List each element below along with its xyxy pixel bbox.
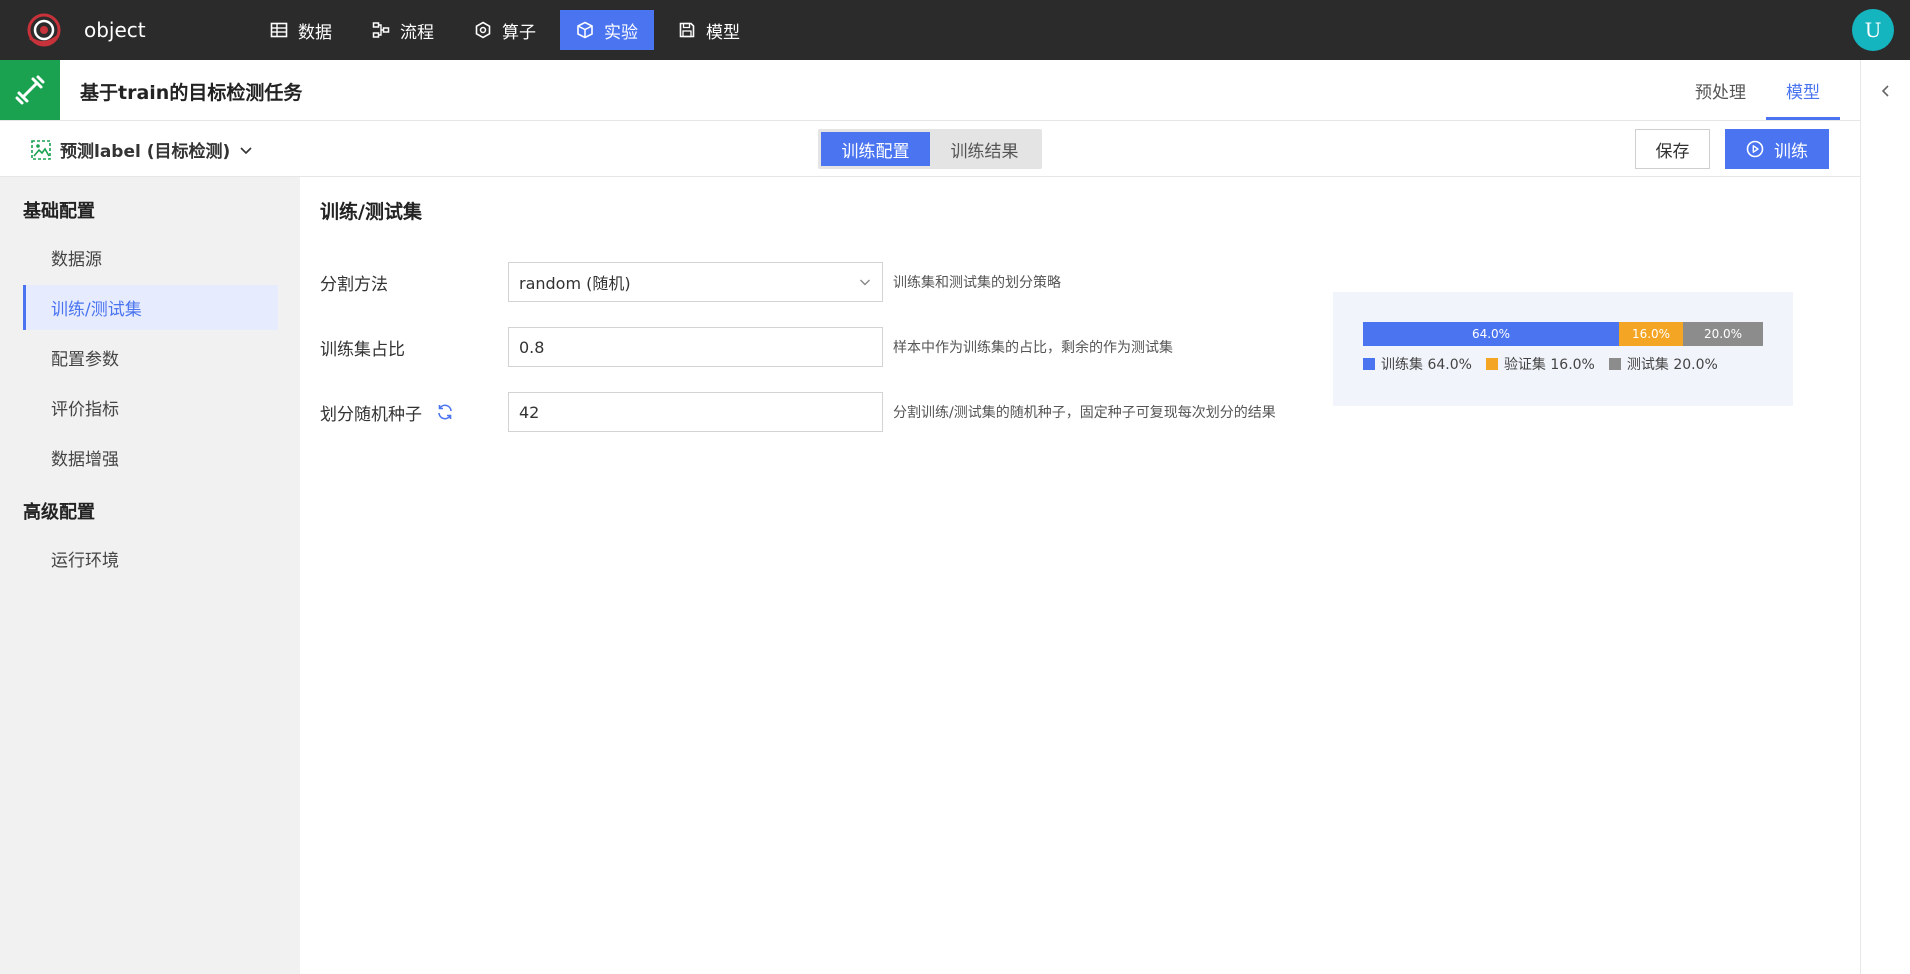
form-row-random-seed: 划分随机种子 42 分割训练/测试集的随机种子，固定种子可复现每次划分的结果	[320, 392, 1276, 432]
sidebar-item-params[interactable]: 配置参数	[23, 335, 278, 380]
sidebar-item-runtime[interactable]: 运行环境	[23, 536, 278, 581]
flow-icon	[372, 22, 390, 38]
legend-label: 验证集 16.0%	[1503, 357, 1595, 373]
split-ratio-legend: 训练集 64.0% 验证集 16.0% 测试集 20.0%	[1363, 354, 1718, 374]
sidebar-item-metrics[interactable]: 评价指标	[23, 385, 278, 430]
chevron-down-icon	[240, 146, 252, 154]
chevron-left-icon[interactable]	[1877, 82, 1895, 100]
legend-swatch	[1608, 358, 1621, 370]
random-seed-input[interactable]: 42	[508, 392, 883, 432]
stage-tabs: 预处理 模型	[1675, 60, 1840, 120]
sidebar-item-datasource[interactable]: 数据源	[23, 235, 278, 280]
legend-label: 测试集 20.0%	[1626, 357, 1718, 373]
tab-train-config[interactable]: 训练配置	[821, 132, 930, 166]
chevron-down-icon	[860, 279, 870, 286]
config-sidebar: 基础配置 数据源 训练/测试集 配置参数 评价指标 数据增强 高级配置 运行环境	[0, 177, 300, 974]
train-ratio-input[interactable]: 0.8	[508, 327, 883, 367]
train-button[interactable]: 训练	[1725, 129, 1829, 169]
legend-swatch	[1363, 358, 1375, 370]
toolbar: 预测label (目标检测) 训练配置 训练结果 保存 训练	[0, 121, 1860, 177]
table-icon	[270, 22, 288, 38]
task-type-label: 预测label (目标检测)	[60, 142, 231, 162]
nav-item-experiment[interactable]: 实验	[560, 10, 654, 50]
nav-item-label: 流程	[400, 22, 434, 43]
nav-item-data[interactable]: 数据	[254, 10, 348, 50]
random-seed-value: 42	[519, 402, 540, 422]
nav-item-label: 模型	[706, 22, 740, 43]
nav-item-flow[interactable]: 流程	[356, 10, 450, 50]
field-label: 训练集占比	[320, 339, 405, 360]
task-type-select[interactable]: 预测label (目标检测)	[30, 137, 254, 162]
field-hint: 分割训练/测试集的随机种子，固定种子可复现每次划分的结果	[893, 405, 1276, 421]
split-ratio-bar: 64.0% 16.0% 20.0%	[1363, 322, 1763, 346]
split-ratio-panel: 64.0% 16.0% 20.0% 训练集 64.0% 验证集 16.0% 测试集 20…	[1333, 292, 1793, 406]
legend-item: 验证集 16.0%	[1485, 354, 1595, 374]
nav-item-label: 实验	[604, 22, 638, 43]
config-result-toggle: 训练配置 训练结果	[818, 129, 1042, 169]
tab-preprocess[interactable]: 预处理	[1675, 60, 1766, 120]
page-title: 基于train的目标检测任务	[80, 82, 303, 104]
field-hint: 训练集和测试集的划分策略	[893, 275, 1061, 291]
sidebar-item-train-test[interactable]: 训练/测试集	[23, 285, 278, 330]
top-navbar: object 数据 流程 算子 实验 模型 U	[0, 0, 1910, 60]
train-button-label: 训练	[1774, 141, 1808, 162]
save-icon	[679, 22, 695, 38]
legend-swatch	[1485, 358, 1498, 370]
image-detect-icon	[31, 139, 51, 160]
main-content: 训练/测试集 分割方法 random (随机) 训练集和测试集的划分策略 训练集…	[300, 177, 1860, 974]
tab-model[interactable]: 模型	[1766, 60, 1840, 120]
form-row-split-method: 分割方法 random (随机) 训练集和测试集的划分策略	[320, 262, 1061, 302]
save-button[interactable]: 保存	[1635, 129, 1710, 169]
cube-icon	[577, 21, 593, 39]
legend-label: 训练集 64.0%	[1381, 357, 1472, 373]
sidebar-group-advanced: 高级配置	[23, 502, 95, 523]
field-hint: 样本中作为训练集的占比，剩余的作为测试集	[893, 340, 1173, 356]
nav-item-operator[interactable]: 算子	[458, 10, 552, 50]
legend-item: 测试集 20.0%	[1608, 354, 1718, 374]
nav-item-label: 算子	[502, 22, 536, 43]
form-row-train-ratio: 训练集占比 0.8 样本中作为训练集的占比，剩余的作为测试集	[320, 327, 1173, 367]
right-panel-strip	[1860, 60, 1910, 974]
split-segment: 64.0%	[1363, 322, 1619, 346]
sidebar-item-augmentation[interactable]: 数据增强	[23, 435, 278, 480]
field-label: 分割方法	[320, 274, 388, 295]
task-title-bar: 基于train的目标检测任务 预处理 模型	[0, 60, 1860, 121]
refresh-icon[interactable]	[436, 403, 454, 421]
section-title: 训练/测试集	[320, 201, 422, 223]
split-segment: 20.0%	[1683, 322, 1763, 346]
main-nav: 数据 流程 算子 实验 模型	[254, 0, 764, 60]
split-method-select[interactable]: random (随机)	[508, 262, 883, 302]
nav-item-model[interactable]: 模型	[662, 10, 756, 50]
train-ratio-value: 0.8	[519, 337, 545, 357]
tab-train-result[interactable]: 训练结果	[930, 132, 1039, 166]
app-name: object	[84, 18, 146, 42]
split-method-value: random (随机)	[519, 274, 631, 293]
split-segment: 16.0%	[1619, 322, 1683, 346]
field-label: 划分随机种子	[320, 404, 422, 425]
play-circle-icon	[1746, 140, 1764, 158]
nav-item-label: 数据	[298, 22, 332, 43]
hexagon-icon	[475, 21, 491, 39]
app-logo-icon[interactable]	[22, 8, 66, 52]
field-label-wrap: 划分随机种子	[320, 400, 508, 425]
sidebar-group-basic: 基础配置	[23, 201, 95, 222]
avatar[interactable]: U	[1852, 9, 1894, 51]
legend-item: 训练集 64.0%	[1363, 354, 1472, 374]
dumbbell-icon	[0, 60, 60, 120]
